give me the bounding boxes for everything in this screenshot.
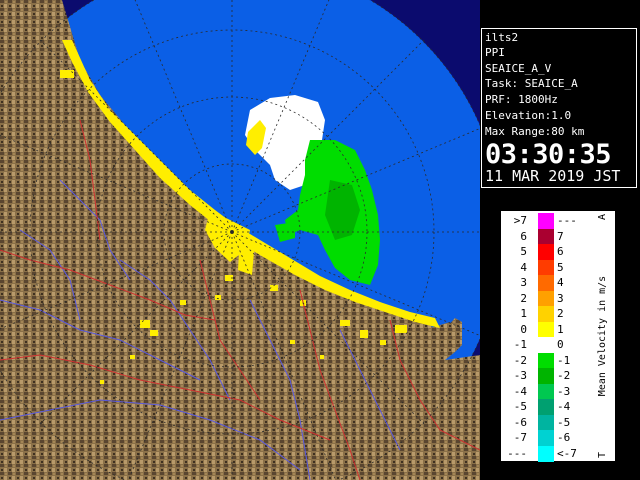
legend-swatch: [538, 337, 554, 353]
legend-title: A Mean Velocity in m/s T: [597, 214, 608, 458]
legend-swatch: [538, 259, 554, 276]
legend-row: 23: [501, 290, 601, 307]
legend-left-label: >7: [513, 214, 527, 227]
legend-right-label: 2: [557, 307, 564, 320]
legend-left-label: -1: [513, 338, 527, 351]
legend-right-label: 5: [557, 260, 564, 274]
max-range-value: Max Range:80 km: [485, 125, 585, 138]
legend-row: -5 -4: [501, 399, 601, 415]
legend-row: 67: [501, 228, 601, 245]
legend-row: -2 -1: [501, 352, 601, 369]
legend-left-label: -7: [513, 431, 527, 444]
legend-right-label: 1: [557, 322, 564, 336]
legend-left-label: 0: [520, 322, 527, 336]
legend-left-label: 2: [520, 291, 527, 305]
legend-right-label: -1: [557, 353, 571, 367]
legend-left-label: -3: [513, 369, 527, 382]
legend-left-label: 4: [520, 260, 527, 274]
product-type: PPI: [485, 46, 505, 59]
legend-right-label: 6: [557, 245, 564, 258]
legend-right-label: 7: [557, 229, 564, 243]
legend-row: 12: [501, 306, 601, 322]
legend-swatch: [538, 414, 554, 431]
legend-swatch: [538, 275, 554, 291]
legend-right-label: -5: [557, 415, 571, 429]
legend-row: -3 -2: [501, 368, 601, 384]
legend-right-label: 0: [557, 338, 564, 351]
legend-row: -1 0: [501, 337, 601, 353]
legend-swatch: [538, 213, 554, 229]
legend-swatch: [538, 352, 554, 369]
scan-date: 11 MAR 2019 JST: [485, 167, 621, 185]
legend-swatch: [538, 306, 554, 322]
legend-left-label: 3: [520, 276, 527, 289]
legend-swatch: [538, 228, 554, 245]
legend-left-label: -2: [513, 353, 527, 367]
legend-right-label: <-7: [557, 446, 577, 460]
legend-top-mark: A: [597, 214, 608, 220]
velocity-legend: >7 --- 6 7 5 6 4 5 3 4 2 3 1 2 0 1 -1 0 -2 -1 -3 -2 -4 -3 -5 -4 -6…: [500, 210, 616, 462]
legend-left-label: 6: [520, 229, 527, 243]
legend-swatch: [538, 321, 554, 338]
legend-bottom-mark: T: [597, 452, 608, 458]
legend-row: 45: [501, 259, 601, 276]
legend-row: 56: [501, 244, 601, 260]
info-panel: ilts2 PPI SEAICE_A_V Task: SEAICE_A PRF:…: [481, 28, 637, 188]
legend-left-label: ---: [507, 446, 527, 460]
legend-left-label: -5: [513, 400, 527, 413]
legend-row: 34: [501, 275, 601, 291]
legend-swatch: [538, 445, 554, 462]
legend-row: -6 -5: [501, 414, 601, 431]
legend-left-label: 1: [520, 307, 527, 320]
legend-row: -7 -6: [501, 430, 601, 446]
legend-swatch: [538, 430, 554, 446]
legend-swatch: [538, 290, 554, 307]
legend-right-label: -4: [557, 400, 571, 413]
legend-right-label: -6: [557, 431, 571, 444]
elevation-value: Elevation:1.0: [485, 109, 572, 122]
variable-name: SEAICE_A_V: [485, 62, 552, 75]
legend-swatch: [538, 244, 554, 260]
radar-ppi-map: [0, 0, 480, 480]
legend-right-label: -3: [557, 384, 571, 398]
legend-right-label: 3: [557, 291, 564, 305]
legend-left-label: -6: [513, 415, 527, 429]
legend-right-label: 4: [557, 276, 564, 289]
legend-right-label: ---: [557, 214, 577, 227]
legend-row: --- <-7: [501, 445, 601, 462]
legend-row: >7 ---: [501, 213, 601, 229]
prf-value: PRF: 1800Hz: [485, 93, 558, 106]
task-name: Task: SEAICE_A: [485, 77, 578, 90]
legend-right-label: -2: [557, 369, 571, 382]
legend-swatch: [538, 399, 554, 415]
legend-row: -4 -3: [501, 383, 601, 400]
legend-left-label: 5: [520, 245, 527, 258]
legend-title-text: Mean Velocity in m/s: [597, 276, 608, 396]
legend-row: 01: [501, 321, 601, 338]
legend-swatch: [538, 368, 554, 384]
legend-swatch: [538, 383, 554, 400]
scan-time: 03:30:35: [485, 139, 612, 170]
station-name: ilts2: [485, 31, 519, 44]
legend-left-label: -4: [513, 384, 527, 398]
